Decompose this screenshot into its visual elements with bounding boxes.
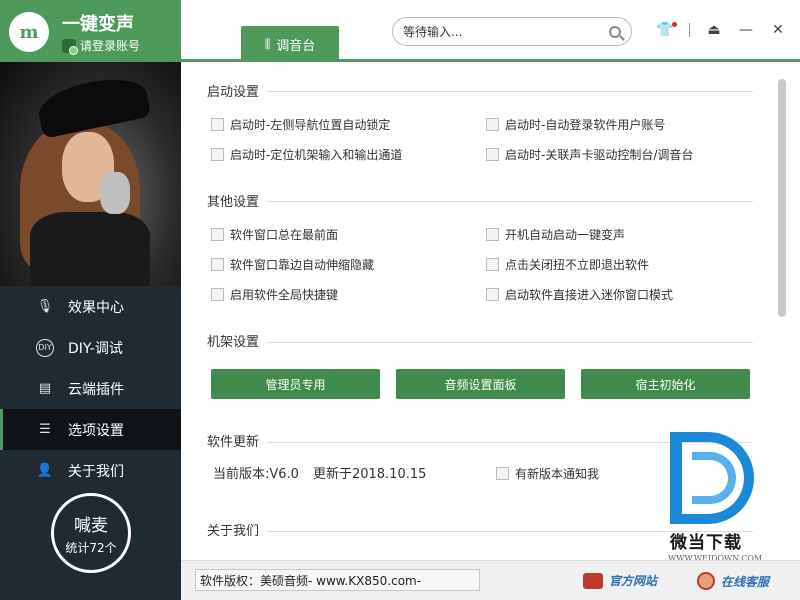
shout-mic-counter[interactable]: 喊麦 统计72个 bbox=[51, 493, 131, 573]
tab-mixer[interactable]: ⫼ 调音台 bbox=[241, 26, 339, 62]
sidebar-item-about[interactable]: 👤 关于我们 bbox=[0, 450, 181, 491]
search-box bbox=[392, 17, 632, 46]
search-icon[interactable] bbox=[609, 25, 621, 38]
search-input[interactable] bbox=[403, 24, 609, 39]
divider bbox=[689, 23, 690, 37]
minimize-icon[interactable]: — bbox=[738, 20, 754, 40]
host-init-button[interactable]: 宿主初始化 bbox=[581, 369, 750, 399]
online-support-label: 在线客服 bbox=[721, 574, 770, 589]
sidebar-item-cloud-plugins[interactable]: ▤ 云端插件 bbox=[0, 368, 181, 409]
divider bbox=[267, 91, 753, 92]
diy-icon: DIY bbox=[36, 338, 54, 357]
sidebar-item-label: 云端插件 bbox=[68, 381, 124, 398]
vertical-scrollbar[interactable] bbox=[778, 79, 786, 317]
watermark-logo: 微当下载 WWW.WEIDOWN.COM bbox=[666, 432, 766, 572]
window-controls: 👕 ⏏ — ✕ bbox=[656, 20, 786, 40]
divider bbox=[267, 342, 753, 343]
close-icon[interactable]: ✕ bbox=[770, 20, 786, 40]
mini-mode-icon[interactable]: ⏏ bbox=[706, 20, 722, 40]
document-icon: ▤ bbox=[38, 381, 52, 396]
skin-icon[interactable]: 👕 bbox=[656, 20, 677, 40]
section-title-update: 软件更新 bbox=[207, 435, 260, 450]
section-title-startup: 启动设置 bbox=[207, 85, 260, 100]
login-link[interactable]: 请登录账号 bbox=[62, 37, 141, 55]
app-title: 一键变声 bbox=[62, 14, 134, 35]
section-title-rack: 机架设置 bbox=[207, 335, 260, 350]
section-title-other: 其他设置 bbox=[207, 195, 260, 210]
section-title-about: 关于我们 bbox=[207, 524, 260, 539]
divider bbox=[267, 201, 753, 202]
brand-header: m 一键变声 请登录账号 bbox=[0, 0, 181, 62]
checkbox-startup-auto-login[interactable]: 启动时-自动登录软件用户账号 bbox=[486, 116, 665, 133]
mic-icon: 🎙 bbox=[36, 299, 54, 314]
checkbox-update-notify[interactable]: 有新版本通知我 bbox=[496, 465, 599, 482]
checkbox-startup-link-console[interactable]: 启动时-关联声卡驱动控制台/调音台 bbox=[486, 146, 693, 163]
copyright-text: 软件版权：美硕音频- www.KX850.com- bbox=[195, 569, 480, 591]
checkbox-startup-lock-nav[interactable]: 启动时-左侧导航位置自动锁定 bbox=[211, 116, 390, 133]
current-version: 当前版本:V6.0 bbox=[213, 467, 299, 482]
version-info: 当前版本:V6.0 更新于2018.10.15 bbox=[213, 463, 426, 482]
official-site-link[interactable]: 官方网站 bbox=[583, 572, 657, 589]
official-site-label: 官方网站 bbox=[609, 574, 658, 588]
tab-label: 调音台 bbox=[276, 38, 316, 54]
website-icon bbox=[583, 572, 603, 589]
sidebar-item-diy[interactable]: DIY DIY-调试 bbox=[0, 327, 181, 368]
checkbox-close-not-exit[interactable]: 点击关闭扭不立即退出软件 bbox=[486, 256, 649, 273]
sidebar: m 一键变声 请登录账号 🎙 效果中心 DIY DIY-调试 ▤ 云端插件 ☰ … bbox=[0, 0, 181, 600]
update-date: 更新于2018.10.15 bbox=[312, 467, 427, 482]
sidebar-item-label: 选项设置 bbox=[68, 422, 124, 439]
checkbox-always-on-top[interactable]: 软件窗口总在最前面 bbox=[211, 226, 338, 243]
checkbox-edge-hide[interactable]: 软件窗口靠边自动伸缩隐藏 bbox=[211, 256, 374, 273]
audio-settings-button[interactable]: 音频设置面板 bbox=[396, 369, 565, 399]
user-avatar-icon bbox=[62, 38, 78, 55]
sliders-icon: ☰ bbox=[39, 422, 51, 437]
admin-only-button[interactable]: 管理员专用 bbox=[211, 369, 380, 399]
user-icon: 👤 bbox=[36, 463, 54, 478]
checkbox-global-hotkeys[interactable]: 启用软件全局快捷键 bbox=[211, 286, 338, 303]
watermark-name: 微当下载 bbox=[670, 533, 742, 553]
top-bar: ⫼ 调音台 👕 ⏏ — ✕ bbox=[181, 0, 800, 62]
footer: 软件版权：美硕音频- www.KX850.com- 官方网站 在线客服 bbox=[181, 560, 800, 600]
sidebar-item-label: 效果中心 bbox=[68, 299, 124, 316]
login-label: 请登录账号 bbox=[80, 39, 141, 53]
checkbox-startup-locate-channels[interactable]: 启动时-定位机架输入和输出通道 bbox=[211, 146, 402, 163]
online-support-link[interactable]: 在线客服 bbox=[697, 572, 769, 590]
profile-banner-image bbox=[0, 62, 181, 286]
checkbox-autostart[interactable]: 开机自动启动一键变声 bbox=[486, 226, 625, 243]
sidebar-item-effects[interactable]: 🎙 效果中心 bbox=[0, 286, 181, 327]
equalizer-icon: ⫼ bbox=[264, 36, 271, 51]
sidebar-item-label: 关于我们 bbox=[68, 463, 124, 480]
sidebar-item-options[interactable]: ☰ 选项设置 bbox=[0, 409, 181, 450]
sidebar-nav: 🎙 效果中心 DIY DIY-调试 ▤ 云端插件 ☰ 选项设置 👤 关于我们 bbox=[0, 286, 181, 491]
support-agent-icon bbox=[697, 572, 715, 590]
shout-mic-count: 统计72个 bbox=[65, 540, 117, 555]
checkbox-mini-mode[interactable]: 启动软件直接进入迷你窗口模式 bbox=[486, 286, 673, 303]
shout-mic-title: 喊麦 bbox=[74, 515, 108, 536]
sidebar-item-label: DIY-调试 bbox=[68, 340, 123, 357]
app-logo: m bbox=[9, 12, 49, 52]
